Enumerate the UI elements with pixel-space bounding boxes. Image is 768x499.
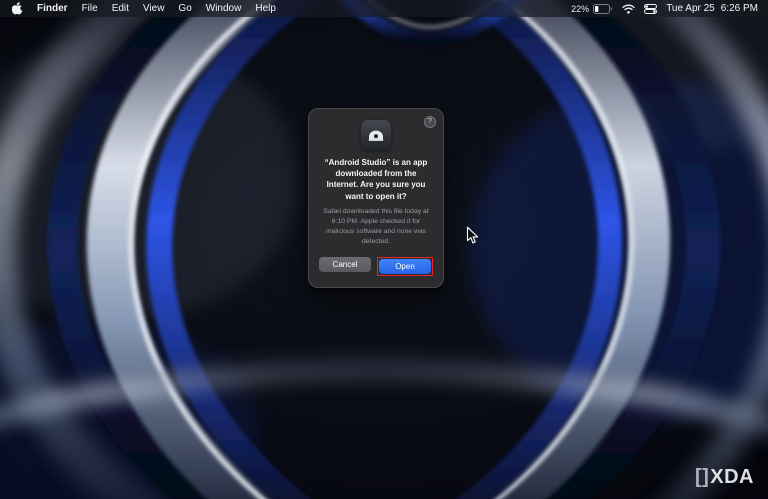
help-button[interactable]: ? [424,116,436,128]
menu-bar-clock[interactable]: Tue Apr 25 6:26 PM [666,3,758,14]
annotation-highlight-box: Open [377,256,433,276]
menu-item-finder[interactable]: Finder [30,0,75,17]
desktop[interactable]: Finder File Edit View Go Window Help 22% [0,0,768,499]
xda-logo-brackets: [] [694,466,710,488]
gatekeeper-dialog: ? “Android Studio” is an app downloaded … [308,108,444,288]
dialog-title: “Android Studio” is an app downloaded fr… [324,158,428,201]
cancel-button[interactable]: Cancel [319,256,371,272]
menu-item-window[interactable]: Window [199,0,249,17]
menu-bar: Finder File Edit View Go Window Help 22% [0,0,768,17]
xda-logo: [] XDA [695,466,754,489]
menu-item-help[interactable]: Help [248,0,283,17]
menu-item-go[interactable]: Go [171,0,198,17]
menu-bar-status: 22% Tue Apr 25 6:26 PM [571,3,758,14]
home-dome-icon [368,130,384,141]
app-icon [361,120,391,150]
menu-item-file[interactable]: File [75,0,105,17]
battery-status[interactable]: 22% [571,3,613,14]
open-button[interactable]: Open [379,258,431,274]
dialog-body: Safari downloaded this file today at 6:1… [323,207,429,246]
menu-bar-left: Finder File Edit View Go Window Help [10,0,283,17]
menu-bar-date: Tue Apr 25 [666,3,715,14]
wifi-icon[interactable] [622,4,635,14]
menu-item-edit[interactable]: Edit [105,0,136,17]
battery-percent: 22% [571,3,590,14]
mouse-cursor [466,226,479,244]
menu-bar-time: 6:26 PM [720,3,758,14]
dialog-buttons: Cancel Open [309,256,443,276]
control-center-icon[interactable] [644,3,658,14]
apple-logo-icon [12,2,23,15]
menu-item-view[interactable]: View [136,0,172,17]
xda-logo-text: XDA [710,466,754,488]
battery-icon [593,3,613,14]
apple-menu[interactable] [10,2,30,15]
